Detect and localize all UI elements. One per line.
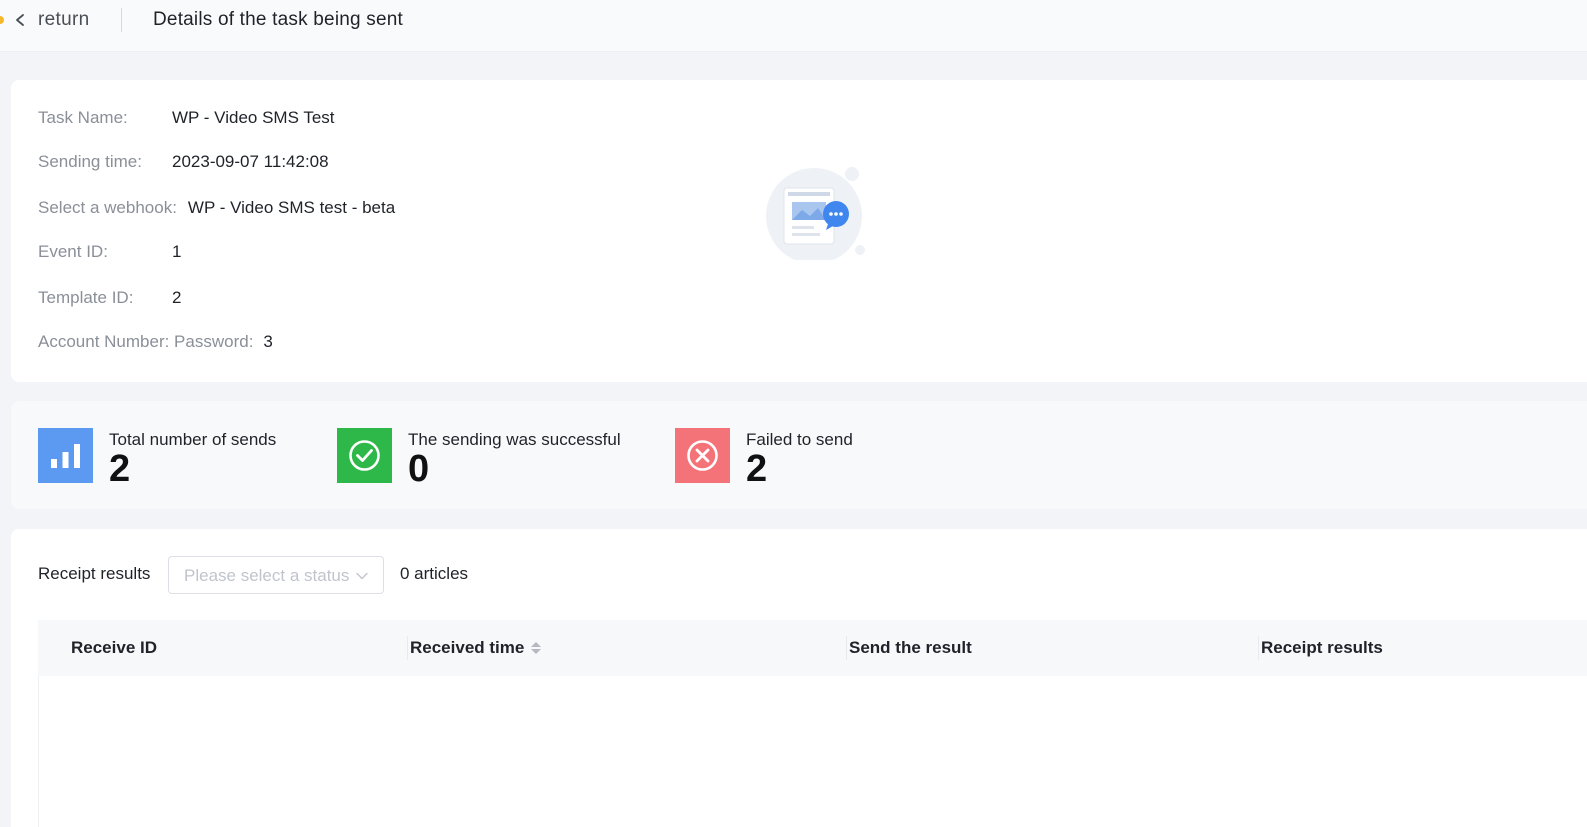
results-card: Receipt results Please select a status 0…: [11, 529, 1587, 827]
account-row: Account Number: Password: 3: [38, 331, 273, 353]
back-button[interactable]: return: [12, 8, 89, 32]
event-id-row: Event ID: 1: [38, 241, 181, 263]
sort-icon[interactable]: [531, 642, 542, 654]
stat-failed-value: 2: [746, 448, 768, 490]
result-count: 0 articles: [400, 564, 469, 583]
chevron-down-icon[interactable]: [355, 569, 369, 583]
column-divider: [846, 636, 847, 660]
stat-failed: Failed to send 2: [675, 428, 853, 490]
column-header-received-time[interactable]: Received time: [407, 620, 542, 676]
account-label: Account Number: Password:: [38, 332, 254, 351]
column-header-receipt-results: Receipt results: [1258, 620, 1383, 676]
column-divider: [407, 636, 408, 660]
check-circle-icon: [337, 428, 392, 483]
sending-time-value: 2023-09-07 11:42:08: [172, 152, 329, 171]
task-name-label: Task Name:: [38, 108, 128, 127]
template-id-row: Template ID: 2: [38, 287, 181, 309]
column-header-receive-id: Receive ID: [71, 638, 157, 657]
webhook-value: WP - Video SMS test - beta: [187, 198, 396, 217]
template-id-label: Template ID:: [38, 288, 134, 307]
task-name-row: Task Name: WP - Video SMS Test: [38, 107, 335, 129]
chevron-left-icon: [12, 8, 28, 32]
back-label[interactable]: return: [38, 9, 89, 31]
page-title: Details of the task being sent: [153, 9, 403, 30]
top-bar: return Details of the task being sent: [0, 0, 1587, 52]
stat-total-value: 2: [109, 448, 131, 490]
bar-chart-icon: [38, 428, 93, 483]
status-select-placeholder[interactable]: Please select a status: [184, 565, 349, 587]
stat-success-label: The sending was successful: [408, 430, 621, 449]
webhook-row: Select a webhook: WP - Video SMS test - …: [38, 197, 395, 219]
table-body: [38, 676, 1587, 827]
status-select[interactable]: Please select a status: [168, 556, 384, 594]
sending-time-label: Sending time:: [38, 152, 142, 171]
x-circle-icon: [675, 428, 730, 483]
task-name-value: WP - Video SMS Test: [172, 108, 335, 127]
stat-success: The sending was successful 0: [337, 428, 621, 490]
empty-state-icon: [762, 164, 868, 264]
stat-success-value: 0: [408, 448, 430, 490]
account-value: 3: [263, 332, 273, 351]
status-dot: [0, 16, 4, 24]
webhook-label: Select a webhook:: [38, 198, 177, 217]
column-header-send-result: Send the result: [846, 620, 972, 676]
header-divider: [121, 8, 122, 32]
event-id-value: 1: [172, 242, 182, 261]
template-id-value: 2: [172, 288, 182, 307]
stat-total-label: Total number of sends: [109, 430, 277, 449]
stats-card: Total number of sends 2 The sending was …: [11, 401, 1587, 509]
sending-time-row: Sending time: 2023-09-07 11:42:08: [38, 151, 329, 173]
column-divider: [1258, 636, 1259, 660]
stat-total: Total number of sends 2: [38, 428, 277, 490]
table-header: Receive ID Received time Send the result…: [38, 620, 1587, 676]
event-id-label: Event ID:: [38, 242, 108, 261]
receipt-results-label: Receipt results: [38, 564, 151, 583]
